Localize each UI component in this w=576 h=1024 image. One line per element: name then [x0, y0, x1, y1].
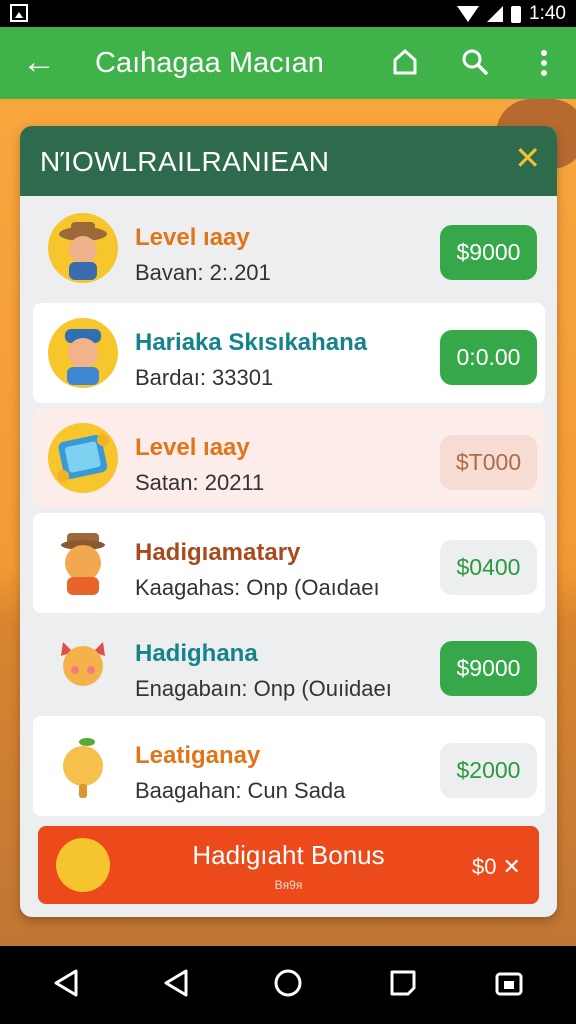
- offer-row[interactable]: Hadigıamatary Kaagahas: Onp (Oaıdaeı $04…: [33, 513, 545, 613]
- wifi-icon: [457, 6, 480, 22]
- status-time: 1:40: [529, 3, 566, 24]
- gallery-notification-icon: [10, 4, 28, 22]
- back-nav-icon[interactable]: [52, 968, 80, 998]
- offers-dialog: NΊOWLRAILRANIEAN ✕ Level ıaay Bavan: 2:.…: [20, 126, 557, 917]
- offer-row[interactable]: Level ıaay Satan: 20211 $T000: [33, 408, 545, 508]
- back-triangle-icon[interactable]: [162, 968, 190, 998]
- offer-subtitle: Satan: 20211: [135, 470, 265, 495]
- offer-subtitle: Kaagahas: Onp (Oaıdaeı: [135, 575, 380, 600]
- offer-title: Hadighana: [135, 640, 258, 667]
- boy-avatar-icon: [48, 318, 118, 388]
- app-bar: ← Caıhagaa Macıan: [0, 27, 576, 99]
- buy-button[interactable]: $9000: [440, 641, 537, 696]
- offer-title: Level ıaay: [135, 224, 250, 251]
- more-options-icon[interactable]: [540, 50, 548, 78]
- navigation-bar: [0, 946, 576, 1024]
- screenshot-icon[interactable]: [494, 968, 524, 998]
- bonus-offer-banner[interactable]: Hadigıaht Bonus Bᴙ9ᴙ $0 ✕: [38, 826, 539, 904]
- offer-row[interactable]: Level ıaay Bavan: 2:.201 $9000: [33, 198, 545, 298]
- buy-button[interactable]: $2000: [440, 743, 537, 798]
- search-icon[interactable]: [461, 48, 489, 76]
- offer-row[interactable]: Leatiganay Baagahan: Cun Sada $2000: [33, 716, 545, 816]
- explorer-avatar-icon: [48, 213, 118, 283]
- lemon-avatar-icon: [63, 738, 103, 798]
- offer-row[interactable]: Hariaka Skısıkahana Bardaı: 33301 0:0.00: [33, 303, 545, 403]
- home-icon[interactable]: [393, 49, 417, 75]
- bonus-price[interactable]: $0 ✕: [472, 854, 521, 880]
- buy-button[interactable]: $T000: [440, 435, 537, 490]
- buy-button[interactable]: $0400: [440, 540, 537, 595]
- offer-row[interactable]: Hadighana Enagabaın: Onp (Ouıidaeı $9000: [33, 614, 545, 714]
- offer-subtitle: Enagabaın: Onp (Ouıidaeı: [135, 676, 392, 701]
- dialog-header: NΊOWLRAILRANIEAN ✕: [20, 126, 557, 196]
- offer-title: Hariaka Skısıkahana: [135, 329, 368, 356]
- close-icon[interactable]: ✕: [514, 142, 541, 174]
- buy-button[interactable]: 0:0.00: [440, 330, 537, 385]
- offer-title: Leatiganay: [135, 742, 261, 769]
- battery-icon: [511, 5, 522, 23]
- bonus-subtitle: Bᴙ9ᴙ: [274, 878, 303, 892]
- offer-title: Hadigıamatary: [135, 539, 301, 566]
- offer-subtitle: Bavan: 2:.201: [135, 260, 271, 285]
- buy-button[interactable]: $9000: [440, 225, 537, 280]
- bear-avatar-icon: [61, 533, 105, 595]
- dialog-title: NΊOWLRAILRANIEAN: [40, 146, 330, 177]
- signal-icon: [487, 6, 504, 22]
- offer-subtitle: Bardaı: 33301: [135, 365, 274, 390]
- back-arrow-icon[interactable]: ←: [22, 45, 56, 79]
- home-circle-icon[interactable]: [273, 968, 303, 998]
- status-icons: 1:40: [457, 3, 566, 25]
- map-avatar-icon: [48, 423, 118, 493]
- bonus-title: Hadigıaht Bonus: [192, 840, 385, 870]
- offer-subtitle: Baagahan: Cun Sada: [135, 778, 346, 803]
- recents-icon[interactable]: [388, 968, 418, 998]
- app-title: Caıhagaa Macıan: [95, 47, 324, 79]
- offer-title: Level ıaay: [135, 434, 250, 461]
- status-bar: 1:40: [0, 0, 576, 27]
- cat-avatar-icon: [61, 642, 105, 686]
